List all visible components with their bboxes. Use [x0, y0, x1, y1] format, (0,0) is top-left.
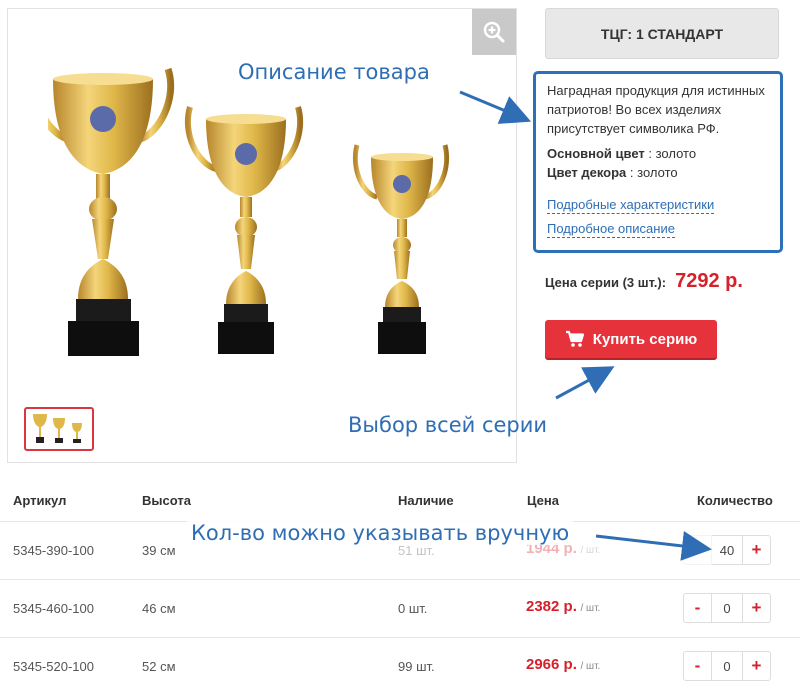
qty-input[interactable]: 40: [712, 535, 742, 565]
row-price-unit: / шт.: [580, 545, 601, 556]
full-description-link[interactable]: Подробное описание: [547, 220, 675, 238]
buy-series-button[interactable]: Купить серию: [545, 320, 717, 358]
decor-color-value: : золото: [629, 165, 678, 180]
qty-minus-button[interactable]: -: [683, 651, 712, 681]
row-price-unit: / шт.: [580, 603, 601, 614]
table-row: 5345-460-100 46 см 0 шт. 2382 р. / шт. -…: [0, 580, 800, 638]
annotation-series: Выбор всей серии: [348, 413, 548, 437]
series-price-label: Цена серии (3 шт.):: [545, 275, 667, 290]
row-stock: 99 шт.: [398, 659, 435, 674]
variants-table: Артикул Высота Наличие Цена Количество 5…: [0, 478, 800, 688]
buy-series-label: Купить серию: [592, 330, 698, 348]
qty-plus-button[interactable]: +: [742, 535, 771, 565]
qty-minus-button[interactable]: -: [683, 593, 712, 623]
qty-input[interactable]: 0: [712, 651, 742, 681]
row-stock: 0 шт.: [398, 601, 428, 616]
series-price-value: 7292 р.: [675, 270, 743, 292]
zoom-button[interactable]: [472, 9, 516, 55]
qty-plus-button[interactable]: +: [742, 593, 771, 623]
quantity-stepper: - 40 +: [683, 535, 771, 565]
row-price: 2382 р. / шт.: [526, 598, 600, 615]
specs-link[interactable]: Подробные характеристики: [547, 196, 715, 214]
series-price: Цена серии (3 шт.): 7292 р.: [545, 270, 743, 293]
qty-plus-button[interactable]: +: [742, 651, 771, 681]
header-article: Артикул: [13, 493, 67, 508]
decor-color-label: Цвет декора: [547, 165, 627, 180]
qty-minus-button[interactable]: -: [683, 535, 712, 565]
table-header: Артикул Высота Наличие Цена Количество: [0, 478, 800, 522]
header-quantity: Количество: [697, 493, 773, 508]
decor-color-attr: Цвет декора : золото: [547, 163, 770, 182]
main-color-label: Основной цвет: [547, 146, 645, 161]
header-height: Высота: [142, 493, 191, 508]
main-color-value: : золото: [648, 146, 697, 161]
row-article: 5345-460-100: [13, 601, 94, 616]
row-price-value: 2382 р.: [526, 598, 577, 615]
trophy-image: [48, 67, 450, 356]
row-height: 39 см: [142, 543, 176, 558]
row-stock: 51 шт.: [398, 543, 435, 558]
row-article: 5345-390-100: [13, 543, 94, 558]
series-tag-button[interactable]: ТЦГ: 1 СТАНДАРТ: [545, 8, 779, 59]
annotation-quantity: Кол-во можно указывать вручную: [187, 521, 574, 545]
annotation-description: Описание товара: [238, 60, 430, 84]
trophy-thumbnail-image: [33, 414, 82, 443]
row-height: 52 см: [142, 659, 176, 674]
row-article: 5345-520-100: [13, 659, 94, 674]
header-price: Цена: [527, 493, 559, 508]
cart-icon: [565, 330, 585, 348]
gallery-thumbnail[interactable]: [24, 407, 94, 451]
quantity-stepper: - 0 +: [683, 593, 771, 623]
product-description-box: Наградная продукция для истинных патриот…: [533, 71, 783, 253]
qty-input[interactable]: 0: [712, 593, 742, 623]
row-price: 2966 р. / шт.: [526, 656, 600, 673]
quantity-stepper: - 0 +: [683, 651, 771, 681]
row-height: 46 см: [142, 601, 176, 616]
description-text: Наградная продукция для истинных патриот…: [547, 83, 765, 136]
row-price-value: 2966 р.: [526, 656, 577, 673]
table-row: 5345-520-100 52 см 99 шт. 2966 р. / шт. …: [0, 638, 800, 688]
header-stock: Наличие: [398, 493, 454, 508]
arrow-to-buy-button: [555, 366, 615, 400]
zoom-in-icon: [483, 21, 505, 43]
main-color-attr: Основной цвет : золото: [547, 144, 770, 163]
row-price-unit: / шт.: [580, 661, 601, 672]
